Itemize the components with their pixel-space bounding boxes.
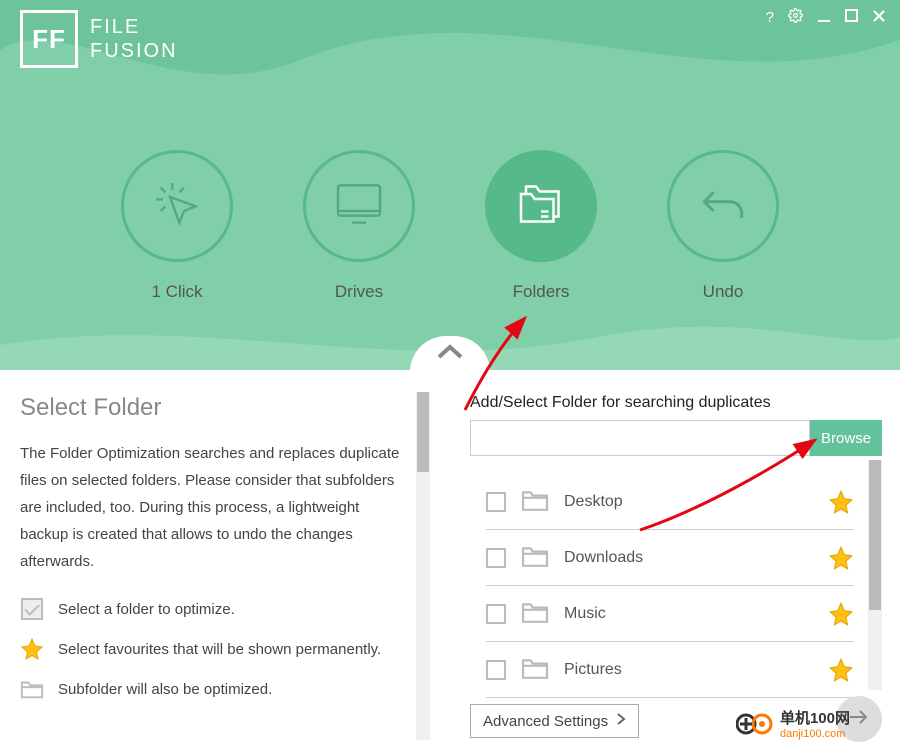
folder-selector: Add/Select Folder for searching duplicat…: [430, 370, 900, 750]
nav-label: Undo: [703, 282, 744, 302]
scrollbar-thumb[interactable]: [869, 460, 881, 610]
minimize-icon[interactable]: [817, 9, 831, 27]
favorite-star[interactable]: [828, 657, 854, 683]
folder-icon: [20, 677, 44, 701]
app-header: ? FF FILE FUSION: [0, 0, 900, 370]
app-title: FILE FUSION: [90, 15, 178, 63]
folder-icon: [520, 656, 550, 684]
list-item[interactable]: Music: [486, 586, 854, 642]
legend-star: Select favourites that will be shown per…: [20, 637, 410, 661]
legend-folder: Subfolder will also be optimized.: [20, 677, 410, 701]
app-title-line1: FILE: [90, 15, 178, 39]
star-icon: [20, 637, 44, 661]
checkbox[interactable]: [486, 660, 506, 680]
folder-name: Music: [564, 605, 814, 623]
watermark-text-cn: 单机100网: [780, 707, 850, 728]
checkbox[interactable]: [486, 492, 506, 512]
nav-label: Drives: [335, 282, 383, 302]
folder-name: Pictures: [564, 661, 814, 679]
chevron-right-icon: [616, 712, 626, 730]
checkbox[interactable]: [486, 604, 506, 624]
window-controls: ?: [766, 8, 886, 27]
nav-drives[interactable]: Drives: [303, 150, 415, 302]
nav-undo[interactable]: Undo: [667, 150, 779, 302]
legend-text: Select a folder to optimize.: [58, 601, 235, 618]
folder-icon: [520, 600, 550, 628]
favorite-star[interactable]: [828, 601, 854, 627]
cursor-click-icon: [149, 176, 205, 236]
left-scrollbar[interactable]: [416, 392, 430, 740]
checkbox[interactable]: [486, 548, 506, 568]
close-icon[interactable]: [872, 9, 886, 27]
app-title-line2: FUSION: [90, 39, 178, 63]
legend-checkbox: Select a folder to optimize.: [20, 597, 410, 621]
nav-label: 1 Click: [151, 282, 202, 302]
favorite-star[interactable]: [828, 545, 854, 571]
arrow-right-icon: [848, 708, 870, 730]
watermark-text-en: danji100.com: [780, 728, 850, 740]
legend-text: Subfolder will also be optimized.: [58, 681, 272, 698]
favorite-star[interactable]: [828, 489, 854, 515]
nav-folders[interactable]: Folders: [485, 150, 597, 302]
advanced-settings-button[interactable]: Advanced Settings: [470, 704, 639, 738]
annotation-arrow: [455, 310, 545, 420]
main-content: Select Folder The Folder Optimization se…: [0, 370, 900, 750]
maximize-icon[interactable]: [845, 9, 858, 26]
undo-icon: [695, 176, 751, 236]
info-panel: Select Folder The Folder Optimization se…: [0, 370, 430, 750]
nav-label: Folders: [513, 282, 570, 302]
legend-text: Select favourites that will be shown per…: [58, 641, 381, 658]
folder-name: Downloads: [564, 549, 814, 567]
help-icon[interactable]: ?: [766, 9, 774, 26]
folder-icon: [520, 544, 550, 572]
mode-nav: 1 Click Drives Folders: [0, 150, 900, 302]
advanced-label: Advanced Settings: [483, 713, 608, 730]
right-scrollbar[interactable]: [868, 460, 882, 690]
page-description: The Folder Optimization searches and rep…: [20, 440, 410, 575]
list-item[interactable]: Pictures: [486, 642, 854, 698]
folders-icon: [511, 174, 571, 238]
watermark: 单机100网 danji100.com: [736, 707, 850, 740]
watermark-logo-icon: [736, 711, 774, 737]
page-title: Select Folder: [20, 394, 410, 422]
annotation-arrow: [630, 430, 830, 540]
app-logo: FF FILE FUSION: [20, 10, 178, 68]
nav-one-click[interactable]: 1 Click: [121, 150, 233, 302]
gear-icon[interactable]: [788, 8, 803, 27]
scrollbar-thumb[interactable]: [417, 392, 429, 472]
checkbox-icon: [21, 598, 43, 620]
logo-badge: FF: [20, 10, 78, 68]
monitor-icon: [331, 176, 387, 236]
folder-icon: [520, 488, 550, 516]
